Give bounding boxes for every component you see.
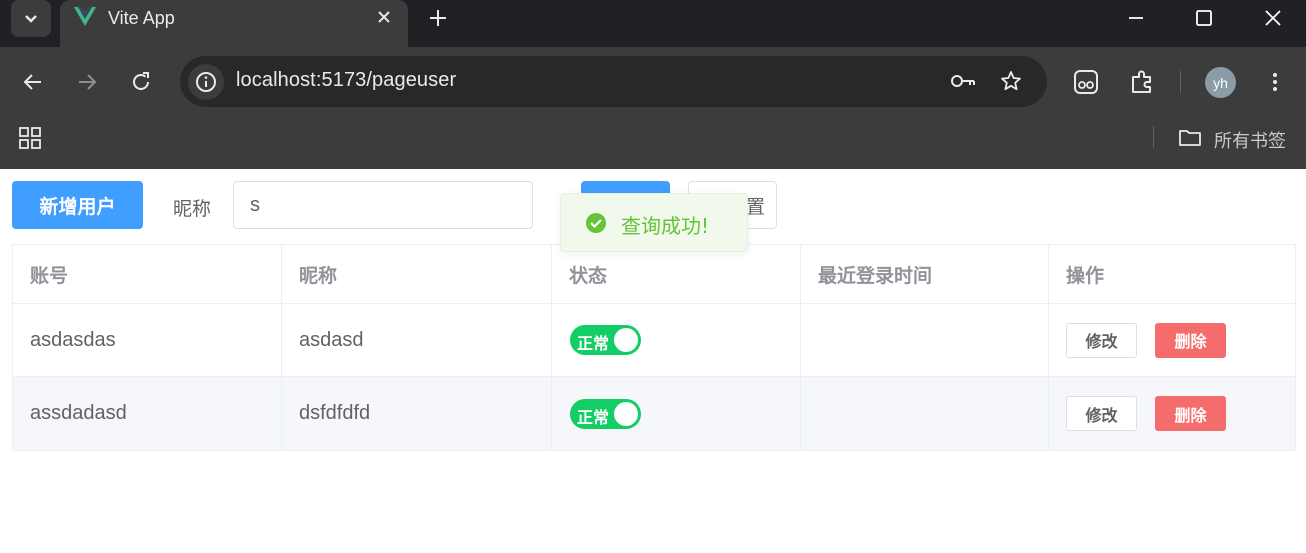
status-switch-label: 正常 [577, 407, 610, 427]
reload-icon[interactable] [129, 70, 153, 94]
address-bar[interactable]: localhost:5173/pageuser [180, 56, 1047, 107]
toast-message: 查询成功! [621, 214, 710, 238]
site-info-button[interactable] [188, 64, 224, 100]
header-nickname: 昵称 [282, 245, 552, 303]
header-last-login: 最近登录时间 [801, 245, 1049, 303]
success-check-icon [586, 213, 606, 233]
profile-avatar[interactable]: yh [1205, 67, 1236, 98]
browser-toolbar: localhost:5173/pageuser yh [0, 47, 1306, 117]
chevron-down-icon [25, 14, 37, 23]
browser-tab-bar: Vite App [0, 0, 1306, 47]
nickname-label: 昵称 [173, 198, 212, 220]
user-table: 账号 昵称 状态 最近登录时间 操作 asdasdas asdasd 正常 修改… [12, 244, 1296, 451]
add-user-button[interactable]: 新增用户 [12, 181, 143, 229]
header-status: 状态 [552, 245, 801, 303]
status-switch-label: 正常 [577, 334, 610, 353]
cell-actions: 修改 删除 [1049, 304, 1295, 376]
switch-knob [614, 401, 638, 426]
close-window-icon[interactable] [1261, 6, 1285, 30]
status-switch[interactable]: 正常 [570, 325, 641, 355]
cell-account: asdasdas [13, 304, 282, 376]
incognito-extension-icon[interactable] [1073, 69, 1099, 95]
table-header-row: 账号 昵称 状态 最近登录时间 操作 [13, 245, 1295, 304]
nickname-search-input[interactable] [233, 181, 533, 229]
cell-last-login [801, 304, 1049, 376]
reset-button-label: 置 [745, 195, 765, 218]
more-menu-icon[interactable] [1263, 70, 1287, 94]
toolbar-divider [1180, 71, 1181, 93]
url-text: localhost:5173/pageuser [236, 69, 457, 91]
edit-button[interactable]: 修改 [1066, 322, 1137, 358]
switch-knob [614, 328, 638, 352]
cell-actions: 修改 删除 [1049, 377, 1295, 450]
edit-button[interactable]: 修改 [1066, 396, 1137, 431]
bookmarks-bar: 所有书签 [0, 117, 1306, 169]
maximize-icon[interactable] [1192, 6, 1216, 30]
cell-nickname: dsfdfdfd [282, 377, 552, 450]
extensions-puzzle-icon[interactable] [1129, 69, 1155, 95]
cell-status: 正常 [552, 304, 801, 376]
status-switch[interactable]: 正常 [570, 398, 641, 429]
delete-button[interactable]: 删除 [1155, 396, 1226, 431]
apps-grid-icon[interactable] [18, 126, 42, 150]
minimize-icon[interactable] [1124, 6, 1148, 30]
bookmarks-divider [1153, 126, 1154, 148]
key-icon[interactable] [949, 69, 977, 93]
vue-logo-icon [74, 7, 96, 26]
table-row: asdasdas asdasd 正常 修改 删除 [13, 304, 1295, 377]
back-icon[interactable] [21, 70, 45, 94]
header-actions: 操作 [1066, 264, 1105, 287]
all-bookmarks-label[interactable]: 所有书签 [1214, 127, 1286, 153]
tab-title: Vite App [108, 8, 175, 28]
info-icon [196, 72, 216, 92]
delete-button[interactable]: 删除 [1155, 322, 1226, 358]
tab-search-button[interactable] [11, 0, 51, 37]
cell-nickname: asdasd [282, 304, 552, 376]
user-management-page: 新增用户 昵称 置 查询成功! 账号 昵称 状态 最近登录时间 操作 asdas… [0, 169, 1306, 553]
success-toast: 查询成功! [560, 193, 748, 252]
browser-tab[interactable]: Vite App [60, 0, 408, 47]
close-tab-icon[interactable] [374, 7, 394, 27]
folder-icon[interactable] [1178, 126, 1202, 150]
new-tab-icon[interactable] [426, 6, 450, 30]
bookmark-star-icon[interactable] [999, 69, 1023, 93]
cell-last-login [801, 377, 1049, 450]
forward-icon[interactable] [75, 70, 99, 94]
cell-status: 正常 [552, 377, 801, 450]
table-row: assdadasd dsfdfdfd 正常 修改 删除 [13, 377, 1295, 450]
cell-account: assdadasd [13, 377, 282, 450]
header-account: 账号 [13, 245, 282, 303]
